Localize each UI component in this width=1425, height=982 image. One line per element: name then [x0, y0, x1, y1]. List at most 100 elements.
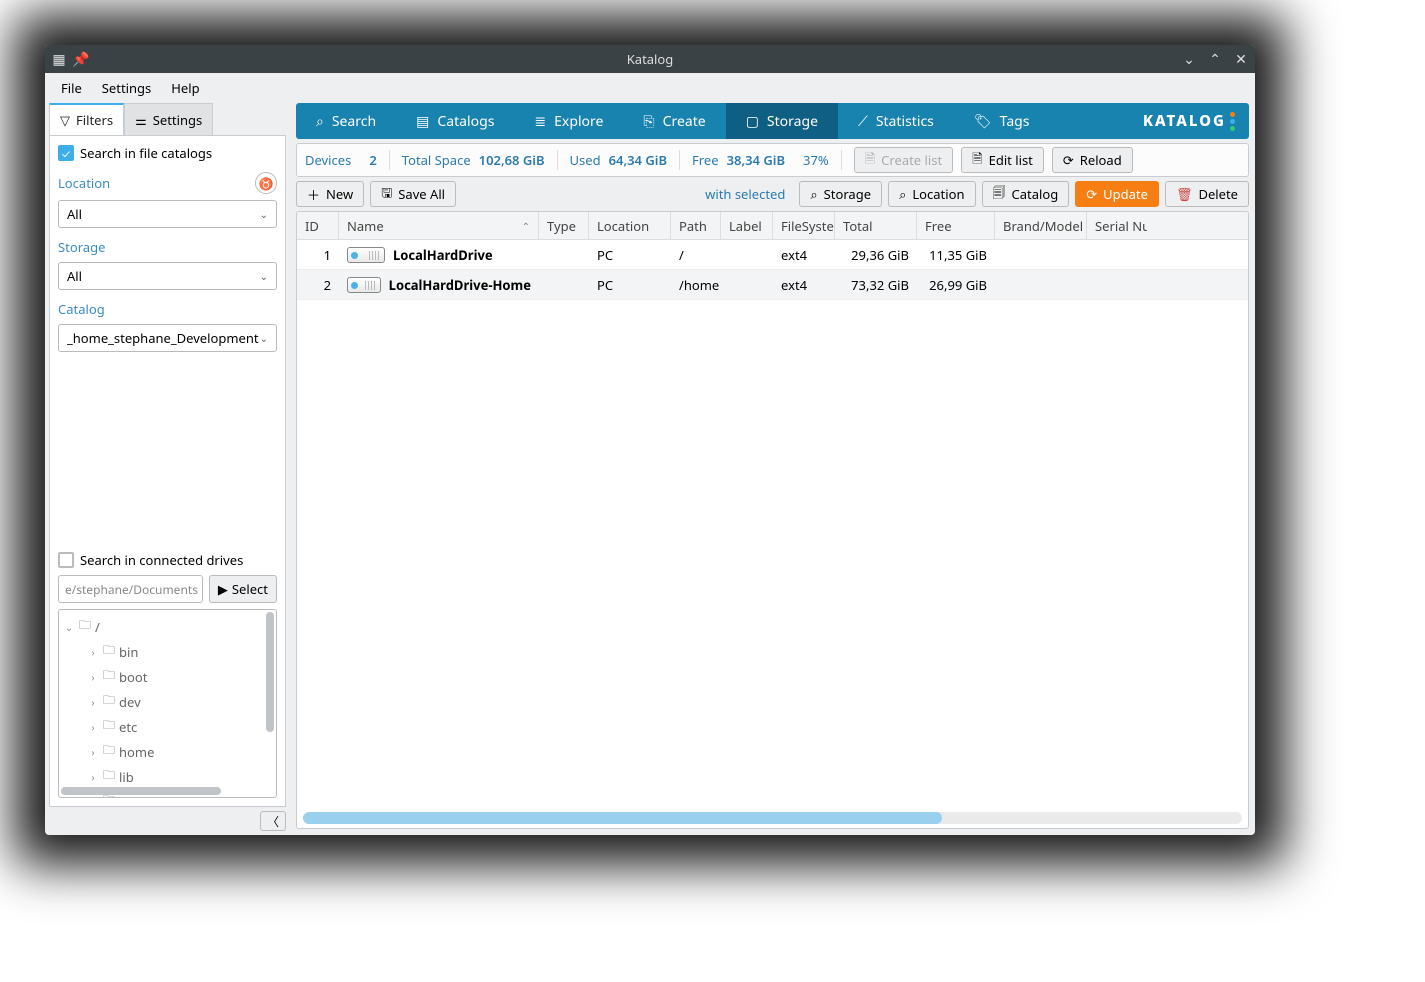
tab-filters[interactable]: ▽ Filters	[49, 103, 124, 135]
storage-select[interactable]: All ⌄	[58, 262, 277, 290]
menu-help[interactable]: Help	[161, 75, 209, 101]
sidebar: ▽ Filters ⚌ Settings ✓ Search in file ca…	[45, 103, 290, 835]
nav-statistics[interactable]: ⟋Statistics	[838, 103, 954, 139]
col-path[interactable]: Path	[671, 212, 721, 239]
reset-location-button[interactable]: ♉	[255, 172, 277, 194]
play-icon: ▶	[218, 580, 228, 598]
tree-scrollbar[interactable]	[266, 612, 274, 732]
tree-item[interactable]: ›🗀dev	[59, 689, 276, 714]
folder-tree[interactable]: ⌄ 🗀 / ›🗀bin›🗀boot›🗀dev›🗀etc›🗀home›🗀lib›🗀…	[58, 609, 277, 798]
toolbar: ＋New 🖫Save All with selected ⌕Storage ⌕L…	[296, 181, 1249, 207]
tree-expand-icon[interactable]: ›	[87, 670, 99, 684]
new-button[interactable]: ＋New	[296, 181, 364, 207]
col-filesystem[interactable]: FileSystem	[773, 212, 835, 239]
tree-item-label: bin	[119, 643, 138, 661]
tree-collapse-icon[interactable]: ⌄	[63, 620, 75, 634]
catalog-select[interactable]: _home_stephane_Development ⌄	[58, 324, 277, 352]
table-hscrollbar[interactable]	[303, 812, 1242, 824]
folder-icon: 🗀	[103, 691, 115, 712]
refresh-icon: ⟳	[1086, 185, 1097, 203]
table-row[interactable]: 2LocalHardDrive-HomePC/homeext473,32 GiB…	[297, 270, 1248, 300]
catalog-label: Catalog	[58, 300, 105, 318]
collapse-sidebar-button[interactable]: 〈	[260, 811, 286, 831]
path-input[interactable]: e/stephane/Documents	[58, 575, 203, 603]
tree-expand-icon[interactable]: ›	[87, 795, 99, 799]
nav-search[interactable]: ⌕Search	[296, 103, 396, 139]
update-button[interactable]: ⟳Update	[1075, 181, 1159, 207]
folder-icon: 🗀	[103, 766, 115, 787]
cell-id: 2	[297, 276, 339, 294]
cell-filesystem: ext4	[773, 246, 835, 264]
table-header: ID Name Type Location Path Label FileSys…	[297, 212, 1248, 240]
doc-icon: 🗐	[993, 183, 1006, 206]
tree-expand-icon[interactable]: ›	[87, 745, 99, 759]
location-button[interactable]: ⌕Location	[888, 181, 975, 207]
cell-name: LocalHardDrive-Home	[339, 276, 539, 294]
tree-expand-icon[interactable]: ›	[87, 720, 99, 734]
col-serial[interactable]: Serial Nu	[1087, 212, 1147, 239]
col-total[interactable]: Total	[835, 212, 917, 239]
tree-expand-icon[interactable]: ›	[87, 695, 99, 709]
titlebar[interactable]: ▦ 📌 Katalog ⌄ ⌃ ✕	[45, 45, 1255, 73]
nav-tags[interactable]: 🏷Tags	[954, 103, 1050, 139]
scrollbar-thumb[interactable]	[303, 812, 942, 824]
list-icon: ▤	[416, 112, 429, 131]
tree-expand-icon[interactable]: ›	[87, 645, 99, 659]
maximize-icon[interactable]: ⌃	[1207, 51, 1223, 67]
col-location[interactable]: Location	[589, 212, 671, 239]
search-catalogs-checkbox[interactable]: ✓	[58, 145, 74, 161]
tab-settings[interactable]: ⚌ Settings	[124, 103, 213, 135]
catalog-button[interactable]: 🗐Catalog	[982, 181, 1070, 207]
col-name[interactable]: Name	[339, 212, 539, 239]
tree-expand-icon[interactable]: ›	[87, 770, 99, 784]
tree-item[interactable]: ›🗀home	[59, 739, 276, 764]
select-path-button[interactable]: ▶ Select	[209, 575, 277, 603]
delete-button[interactable]: 🗑Delete	[1165, 181, 1249, 207]
col-label[interactable]: Label	[721, 212, 773, 239]
with-selected-label: with selected	[705, 185, 785, 203]
tree-hscrollbar[interactable]	[61, 787, 221, 795]
tree-item[interactable]: ›🗀boot	[59, 664, 276, 689]
col-id[interactable]: ID	[297, 212, 339, 239]
menu-settings[interactable]: Settings	[92, 75, 161, 101]
chart-icon: ⟋	[858, 112, 868, 131]
col-brand[interactable]: Brand/Model	[995, 212, 1087, 239]
brand-logo: KATALOG	[1129, 111, 1249, 131]
search-drives-label: Search in connected drives	[80, 551, 243, 569]
nav-explore[interactable]: ≣Explore	[514, 103, 623, 139]
tree-item[interactable]: ›🗀etc	[59, 714, 276, 739]
reload-button[interactable]: ⟳Reload	[1052, 147, 1133, 173]
total-space-label: Total Space	[402, 151, 471, 169]
col-type[interactable]: Type	[539, 212, 589, 239]
tree-item[interactable]: ›🗀lib	[59, 764, 276, 789]
location-select[interactable]: All ⌄	[58, 200, 277, 228]
filters-panel: ✓ Search in file catalogs Location ♉ All…	[49, 136, 286, 807]
table-row[interactable]: 1LocalHardDrivePC/ext429,36 GiB11,35 GiB	[297, 240, 1248, 270]
total-space-value: 102,68 GiB	[479, 151, 545, 169]
edit-list-button[interactable]: 🗎Edit list	[961, 147, 1044, 173]
storage-button[interactable]: ⌕Storage	[799, 181, 882, 207]
chevron-down-icon: ⌄	[260, 269, 268, 283]
top-nav: ⌕Search ▤Catalogs ≣Explore ⎘Create ▢Stor…	[296, 103, 1249, 139]
nav-create[interactable]: ⎘Create	[623, 103, 725, 139]
close-icon[interactable]: ✕	[1233, 51, 1249, 67]
storage-icon: ▢	[746, 112, 759, 131]
storage-table: ID Name Type Location Path Label FileSys…	[296, 211, 1249, 829]
trash-icon: 🗑	[1176, 185, 1193, 203]
nav-storage[interactable]: ▢Storage	[726, 103, 838, 139]
col-free[interactable]: Free	[917, 212, 995, 239]
minimize-icon[interactable]: ⌄	[1181, 51, 1197, 67]
cell-name: LocalHardDrive	[339, 246, 539, 264]
menu-file[interactable]: File	[51, 75, 92, 101]
cell-path: /	[671, 246, 721, 264]
devices-value: 2	[369, 151, 376, 169]
save-all-button[interactable]: 🖫Save All	[370, 181, 456, 207]
tree-item[interactable]: ›🗀bin	[59, 639, 276, 664]
filter-icon: ▽	[60, 111, 70, 129]
folder-icon: 🗀	[103, 666, 115, 687]
tree-root[interactable]: /	[95, 618, 100, 636]
pin-icon[interactable]: 📌	[73, 51, 89, 67]
free-value: 38,34 GiB	[727, 151, 785, 169]
nav-catalogs[interactable]: ▤Catalogs	[396, 103, 514, 139]
search-drives-checkbox[interactable]	[58, 552, 74, 568]
